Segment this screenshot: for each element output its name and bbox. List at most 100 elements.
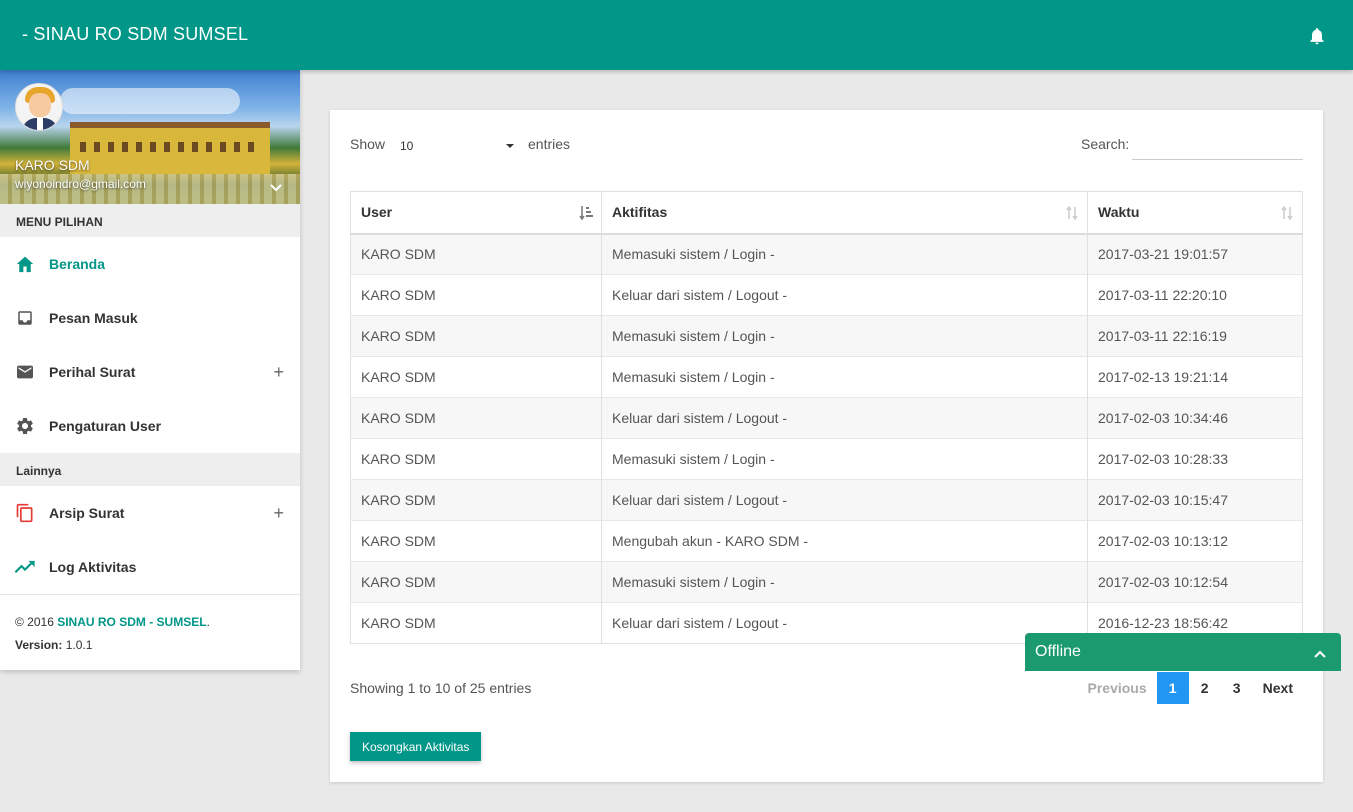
table-row: KARO SDM Keluar dari sistem / Logout -201…	[350, 397, 1303, 439]
sidebar-item-label: Pengaturan User	[49, 418, 162, 434]
avatar[interactable]	[15, 83, 63, 131]
user-email: wiyonoindro@gmail.com	[15, 177, 146, 191]
sidebar-item-label: Log Aktivitas	[49, 559, 137, 575]
user-info-panel: KARO SDM wiyonoindro@gmail.com	[0, 70, 300, 204]
menu-section-header: MENU PILIHAN	[0, 204, 300, 237]
copy-icon	[14, 502, 36, 524]
mail-icon	[14, 361, 36, 383]
clear-activity-button[interactable]: Kosongkan Aktivitas	[350, 732, 482, 761]
copyright-line: © 2016 SINAU RO SDM - SUMSEL.	[15, 611, 285, 634]
cell-aktifitas: Keluar dari sistem / Logout -	[601, 274, 1088, 316]
sort-ascending-icon	[579, 205, 593, 221]
cell-aktifitas: Memasuki sistem / Login -	[601, 561, 1088, 603]
table-row: KARO SDM Memasuki sistem / Login -2017-02…	[350, 438, 1303, 480]
cell-aktifitas: Memasuki sistem / Login -	[601, 356, 1088, 398]
column-header-user[interactable]: User	[350, 191, 602, 235]
gear-icon	[14, 415, 36, 437]
pagination-page-2[interactable]: 2	[1189, 672, 1221, 704]
home-icon	[14, 253, 36, 275]
cell-waktu: 2017-03-21 19:01:57	[1087, 233, 1303, 275]
background-building	[70, 122, 270, 174]
cell-user: KARO SDM	[350, 561, 602, 603]
sidebar-item-label: Beranda	[49, 256, 106, 272]
table-row: KARO SDM Keluar dari sistem / Logout -201…	[350, 479, 1303, 521]
sort-icon	[1065, 205, 1079, 221]
pagination-previous[interactable]: Previous	[1078, 672, 1157, 704]
page-length-value: 10	[400, 139, 414, 153]
cell-aktifitas: Keluar dari sistem / Logout -	[601, 397, 1088, 439]
pagination-page-1[interactable]: 1	[1156, 672, 1189, 704]
sidebar: KARO SDM wiyonoindro@gmail.com MENU PILI…	[0, 70, 300, 670]
bell-icon[interactable]	[1307, 25, 1327, 47]
pagination: Previous 1 2 3 Next	[1078, 672, 1304, 704]
sidebar-item-label: Arsip Surat	[49, 505, 125, 521]
chevron-up-icon[interactable]	[1313, 646, 1327, 658]
sidebar-item-log-aktivitas[interactable]: Log Aktivitas	[0, 540, 300, 594]
pagination-next[interactable]: Next	[1253, 672, 1303, 704]
chat-widget-offline[interactable]: Offline	[1025, 633, 1341, 671]
cell-user: KARO SDM	[350, 233, 602, 275]
table-row: KARO SDM Mengubah akun - KARO SDM -2017-0…	[350, 520, 1303, 562]
cell-waktu: 2017-03-11 22:16:19	[1087, 315, 1303, 357]
chevron-down-icon[interactable]	[270, 180, 282, 192]
table-info: Showing 1 to 10 of 25 entries	[350, 680, 532, 696]
cell-waktu: 2017-02-03 10:13:12	[1087, 520, 1303, 562]
cell-user: KARO SDM	[350, 397, 602, 439]
cell-user: KARO SDM	[350, 602, 602, 644]
cell-user: KARO SDM	[350, 438, 602, 480]
sidebar-item-perihal-surat[interactable]: Perihal Surat +	[0, 345, 300, 399]
column-header-waktu[interactable]: Waktu	[1087, 191, 1303, 235]
expand-icon[interactable]: +	[273, 362, 284, 383]
expand-icon[interactable]: +	[273, 503, 284, 524]
page-length-select[interactable]: 10	[398, 134, 516, 158]
cell-aktifitas: Memasuki sistem / Login -	[601, 438, 1088, 480]
version-label: Version:	[15, 638, 63, 652]
sidebar-item-arsip-surat[interactable]: Arsip Surat +	[0, 486, 300, 540]
inbox-icon	[14, 307, 36, 329]
cell-aktifitas: Memasuki sistem / Login -	[601, 315, 1088, 357]
cell-aktifitas: Mengubah akun - KARO SDM -	[601, 520, 1088, 562]
version-line: Version: 1.0.1	[15, 634, 285, 657]
cell-user: KARO SDM	[350, 479, 602, 521]
copyright-prefix: © 2016	[15, 615, 54, 629]
footer-brand-suffix: .	[206, 615, 210, 629]
sidebar-item-pengaturan-user[interactable]: Pengaturan User	[0, 399, 300, 453]
cell-waktu: 2017-02-03 10:28:33	[1087, 438, 1303, 480]
table-row: KARO SDM Memasuki sistem / Login -2017-03…	[350, 233, 1303, 275]
cell-aktifitas: Keluar dari sistem / Logout -	[601, 602, 1088, 644]
search-input[interactable]	[1132, 130, 1303, 160]
column-header-aktifitas[interactable]: Aktifitas	[601, 191, 1088, 235]
footer-brand-link[interactable]: SINAU RO SDM - SUMSEL	[57, 615, 206, 629]
caret-down-icon	[506, 144, 514, 148]
table-row: KARO SDM Memasuki sistem / Login -2017-03…	[350, 315, 1303, 357]
table-row: KARO SDM Memasuki sistem / Login -2017-02…	[350, 356, 1303, 398]
table-row: KARO SDM Keluar dari sistem / Logout -201…	[350, 274, 1303, 316]
activity-table: User Aktifitas Waktu KARO SDM Memasuki s…	[350, 191, 1303, 644]
sidebar-item-label: Perihal Surat	[49, 364, 136, 380]
cell-aktifitas: Memasuki sistem / Login -	[601, 233, 1088, 275]
menu-section-header: Lainnya	[0, 453, 300, 486]
background-cloud	[60, 88, 240, 114]
trending-icon	[14, 556, 36, 578]
user-name: KARO SDM	[15, 157, 90, 173]
sidebar-item-beranda[interactable]: Beranda	[0, 237, 300, 291]
version-value: 1.0.1	[65, 638, 93, 652]
search-label: Search:	[1081, 136, 1130, 152]
top-app-bar: - SINAU RO SDM SUMSEL	[0, 0, 1353, 70]
cell-user: KARO SDM	[350, 315, 602, 357]
cell-waktu: 2017-02-03 10:15:47	[1087, 479, 1303, 521]
show-label: Show	[350, 136, 386, 152]
cell-user: KARO SDM	[350, 520, 602, 562]
pagination-page-3[interactable]: 3	[1221, 672, 1253, 704]
sort-icon	[1280, 205, 1294, 221]
cell-waktu: 2017-03-11 22:20:10	[1087, 274, 1303, 316]
cell-waktu: 2017-02-03 10:34:46	[1087, 397, 1303, 439]
sidebar-item-pesan-masuk[interactable]: Pesan Masuk	[0, 291, 300, 345]
chat-status-label: Offline	[1035, 643, 1081, 660]
app-title: - SINAU RO SDM SUMSEL	[22, 24, 249, 44]
table-header-row: User Aktifitas Waktu	[350, 191, 1303, 235]
cell-waktu: 2017-02-03 10:12:54	[1087, 561, 1303, 603]
activity-log-card: Show 10 entries Search: User Aktifitas W…	[330, 110, 1323, 782]
sidebar-item-label: Pesan Masuk	[49, 310, 138, 326]
cell-user: KARO SDM	[350, 356, 602, 398]
